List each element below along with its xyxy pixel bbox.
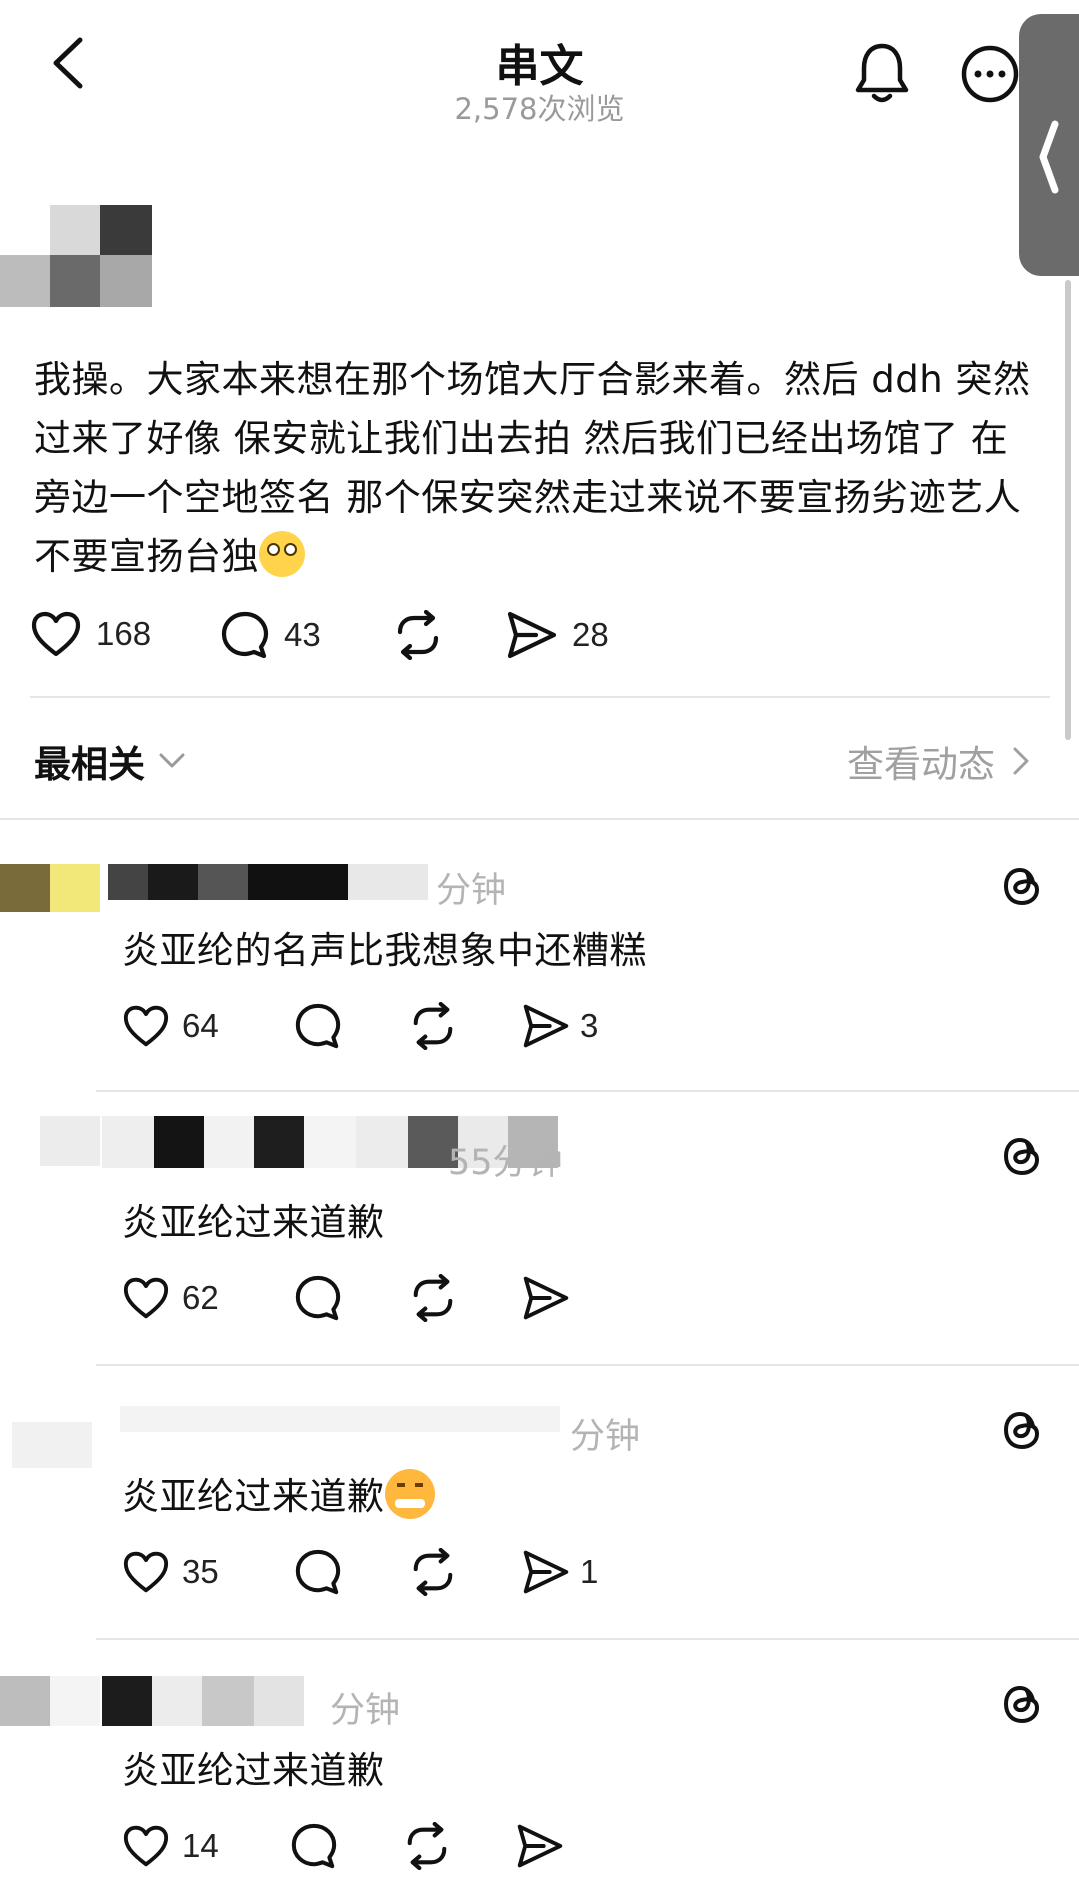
like-button[interactable]: 14 [122,1824,219,1868]
share-icon [523,1276,569,1320]
share-icon [523,1004,569,1048]
comment-item: 分钟 炎亚纶过来道歉 35 1 [0,1366,1079,1638]
repost-icon [413,1548,453,1596]
threads-icon [1004,1138,1039,1175]
like-count: 35 [182,1553,219,1590]
comment-timestamp: 分钟 [570,1417,641,1457]
comment-text: 炎亚纶过来道歉 [122,1749,385,1792]
side-panel-handle[interactable] [1019,14,1079,276]
comment-text: 炎亚纶的名声比我想象中还糟糕 [122,929,647,972]
repost-button[interactable] [408,1548,458,1596]
view-activity-link[interactable]: 查看动态 [847,734,1029,788]
comment-timestamp: 分钟 [436,871,507,911]
post-text-content: 我操。大家本来想在那个场馆大厅合影来着。然后 ddh 突然过来了好像 保安就让我… [34,358,1031,578]
like-count: 62 [182,1279,219,1316]
repost-button[interactable] [402,1822,452,1870]
avatar[interactable] [12,1422,92,1468]
share-icon [517,1824,563,1868]
comment-button[interactable] [294,1548,342,1596]
notification-button[interactable] [852,40,912,106]
like-button[interactable]: 35 [122,1550,219,1594]
like-count: 168 [96,615,152,652]
comment-button[interactable] [290,1822,338,1870]
sort-label: 最相关 [34,743,145,786]
share-count: 1 [580,1553,599,1590]
threads-button[interactable] [1000,1406,1044,1454]
heart-icon [31,611,81,657]
chevron-right-icon [1013,747,1029,775]
repost-button[interactable] [408,1002,458,1050]
share-count: 28 [572,616,609,653]
share-icon [507,611,557,659]
share-button[interactable]: 28 [506,610,609,660]
share-count: 3 [580,1007,599,1044]
bell-icon [855,43,909,103]
repost-button[interactable] [392,610,444,660]
comment-icon [295,1549,341,1595]
heart-icon [123,1551,169,1593]
comment-text: 炎亚纶过来道歉 [122,1201,385,1244]
comment-button[interactable] [294,1002,342,1050]
comment-text: 炎亚纶过来道歉 [122,1475,385,1518]
share-button[interactable]: 3 [522,1002,598,1050]
repost-button[interactable] [408,1274,458,1322]
share-button[interactable]: 1 [522,1548,598,1596]
like-count: 14 [182,1827,219,1864]
view-count: 2,578次浏览 [454,92,625,126]
heart-icon [123,1277,169,1319]
username-redacted[interactable] [120,1406,560,1432]
threads-button[interactable] [1000,862,1044,910]
like-button[interactable]: 62 [122,1276,219,1320]
threads-icon [1004,1686,1039,1723]
like-button[interactable]: 64 [122,1004,219,1048]
comment-item: 55分钟 炎亚纶过来道歉 62 [0,1092,1079,1364]
threads-icon [1004,1412,1039,1449]
heart-icon [123,1005,169,1047]
angry-emoji [384,1469,435,1519]
more-icon [961,45,1019,103]
chevron-down-icon [159,753,185,768]
repost-icon [413,1002,453,1050]
divider [30,696,1050,698]
sort-dropdown[interactable]: 最相关 [34,734,185,788]
heart-icon [123,1825,169,1867]
threads-icon [1004,868,1039,905]
comment-icon [221,611,269,659]
more-button[interactable] [960,44,1020,104]
flushed-emoji [259,531,305,577]
comment-timestamp: 分钟 [330,1691,401,1731]
comment-body: 炎亚纶过来道歉 [122,1466,435,1520]
threads-button[interactable] [1000,1680,1044,1728]
comment-item: 分钟 炎亚纶过来道歉 14 [0,1640,1079,1887]
repost-icon [413,1274,453,1322]
chevron-left-icon [1039,120,1059,194]
page-title: 串文 [495,41,584,92]
avatar[interactable] [0,1116,100,1166]
avatar[interactable] [0,864,100,912]
like-button[interactable]: 168 [30,610,151,658]
like-count: 64 [182,1007,219,1044]
username-redacted[interactable] [102,1676,304,1726]
share-button[interactable] [516,1822,574,1870]
comment-timestamp: 55分钟 [448,1143,563,1183]
repost-icon [407,1822,447,1870]
share-icon [523,1550,569,1594]
avatar[interactable] [0,1676,100,1726]
comment-button[interactable] [294,1274,342,1322]
scrollbar[interactable] [1065,280,1071,740]
username-redacted[interactable] [108,864,428,900]
comment-icon [295,1275,341,1321]
share-button[interactable] [522,1274,580,1322]
view-activity-label: 查看动态 [847,743,995,786]
comment-count: 43 [284,616,321,653]
threads-button[interactable] [1000,1132,1044,1180]
comment-button[interactable]: 43 [220,610,321,660]
repost-icon [397,610,439,660]
avatar[interactable] [0,205,152,307]
comment-icon [291,1823,337,1869]
post-text: 我操。大家本来想在那个场馆大厅合影来着。然后 ddh 突然过来了好像 保安就让我… [34,350,1044,586]
comment-item: 分钟 炎亚纶的名声比我想象中还糟糕 64 3 [0,820,1079,1090]
comment-icon [295,1003,341,1049]
